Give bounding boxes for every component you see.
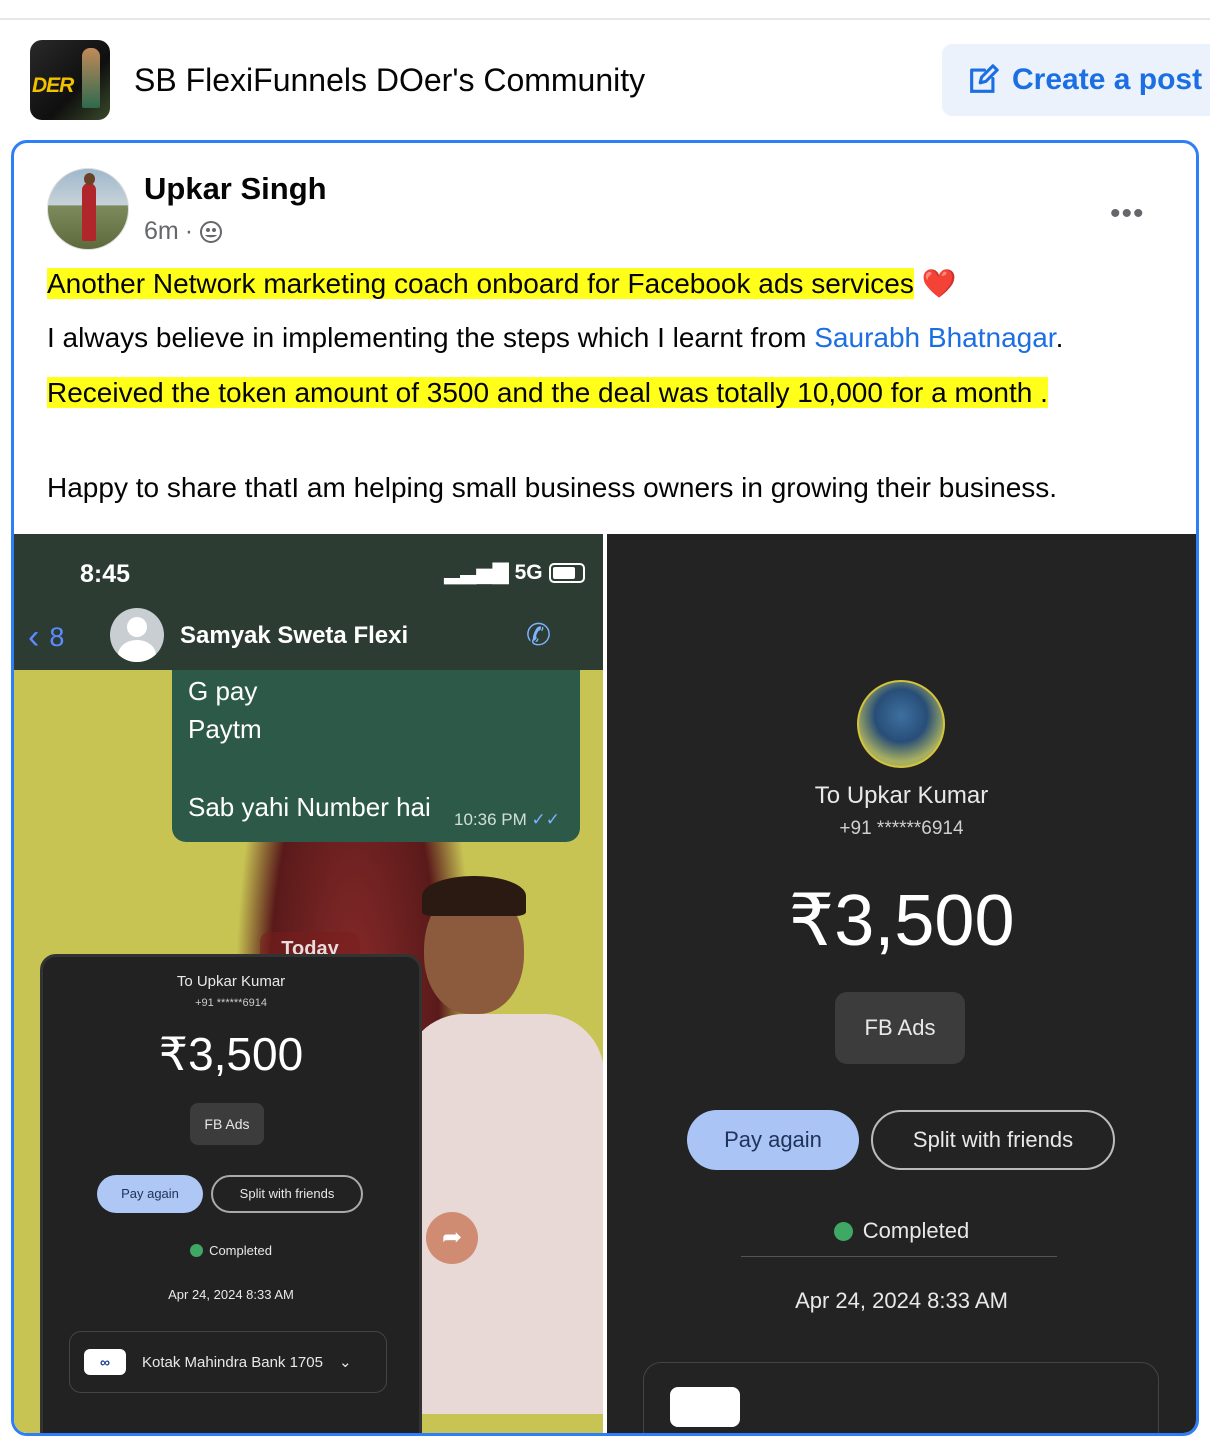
person-shirt bbox=[404, 1014, 603, 1414]
receipt-recipient: To Upkar Kumar bbox=[814, 782, 989, 809]
message-time-text: 10:36 PM bbox=[454, 810, 527, 829]
author-avatar[interactable] bbox=[47, 168, 129, 250]
receipt-note: FB Ads bbox=[190, 1103, 264, 1145]
share-icon[interactable]: ➦ bbox=[426, 1212, 478, 1264]
receipt-amount: ₹3,500 bbox=[788, 881, 1015, 961]
receipt-status-text: Completed bbox=[209, 1243, 272, 1258]
person-hair bbox=[422, 876, 526, 916]
group-logo[interactable]: DER bbox=[30, 40, 110, 120]
post-text-period: . bbox=[1055, 322, 1064, 353]
message-line: Paytm bbox=[188, 714, 262, 744]
contact-avatar[interactable] bbox=[110, 608, 164, 662]
bank-row bbox=[643, 1362, 1159, 1433]
highlighted-text: Another Network marketing coach onboard … bbox=[47, 268, 914, 299]
receipt-phone: +91 ******6914 bbox=[839, 818, 964, 839]
split-button: Split with friends bbox=[871, 1110, 1115, 1170]
author-name[interactable]: Upkar Singh bbox=[144, 171, 327, 207]
bank-row: ∞ Kotak Mahindra Bank 1705 ⌄ bbox=[69, 1331, 387, 1393]
avatar-person-icon bbox=[82, 183, 96, 241]
post-image-left[interactable]: 8:45 ▂▃▅▇ 5G ‹ 8 Samyak Sweta Flexi ✆ G … bbox=[14, 534, 603, 1433]
create-post-label: Create a post bbox=[1012, 63, 1203, 96]
post-text: Happy to share thatI am helping small bu… bbox=[47, 472, 1058, 503]
network-label: 5G bbox=[514, 560, 543, 584]
chevron-down-icon: ⌄ bbox=[338, 1354, 352, 1371]
post-text-line-3: Received the token amount of 3500 and th… bbox=[47, 377, 1048, 409]
post-meta: 6m · bbox=[144, 217, 223, 246]
receipt-note: FB Ads bbox=[835, 992, 965, 1064]
edit-icon bbox=[970, 64, 999, 93]
pay-again-button: Pay again bbox=[687, 1110, 859, 1170]
message-time: 10:36 PM ✓✓ bbox=[454, 810, 560, 830]
globe-icon bbox=[200, 220, 223, 243]
receipt-status: Completed bbox=[607, 1218, 1196, 1244]
post-text: I always believe in implementing the ste… bbox=[47, 322, 815, 353]
meta-separator: · bbox=[184, 217, 194, 245]
receipt-amount: ₹3,500 bbox=[158, 1028, 304, 1080]
post-image-right[interactable]: To Upkar Kumar +91 ******6914 ₹3,500 FB … bbox=[607, 534, 1196, 1433]
post-text-line-2: I always believe in implementing the ste… bbox=[47, 322, 1063, 354]
more-options-button[interactable]: ••• bbox=[1110, 197, 1145, 231]
receipt-recipient: To Upkar Kumar bbox=[176, 973, 286, 990]
pay-again-button: Pay again bbox=[97, 1175, 203, 1213]
message-line: Sab yahi Number hai bbox=[188, 792, 431, 822]
split-button: Split with friends bbox=[211, 1175, 363, 1213]
battery-icon bbox=[548, 562, 585, 583]
post-text-line-1: Another Network marketing coach onboard … bbox=[47, 267, 957, 300]
check-icon bbox=[190, 1244, 204, 1257]
message-line: G pay bbox=[188, 676, 258, 706]
back-button[interactable]: ‹ 8 bbox=[28, 618, 64, 657]
mention-link[interactable]: Saurabh Bhatnagar bbox=[814, 322, 1055, 353]
receipt-status-text: Completed bbox=[862, 1218, 970, 1243]
receipt-date: Apr 24, 2024 8:33 AM bbox=[168, 1287, 294, 1302]
post-card: Upkar Singh 6m · ••• Another Network mar… bbox=[11, 140, 1199, 1436]
avatar-head-icon bbox=[84, 173, 95, 185]
add-call-icon[interactable]: ✆ bbox=[526, 618, 551, 653]
person-photo bbox=[404, 874, 603, 1433]
create-post-button[interactable]: Create a post bbox=[942, 44, 1210, 116]
chevron-left-icon: ‹ bbox=[28, 618, 40, 656]
logo-figure-icon bbox=[82, 48, 100, 108]
group-title[interactable]: SB FlexiFunnels DOer's Community bbox=[134, 62, 645, 99]
bank-logo-icon bbox=[670, 1387, 740, 1427]
group-header: DER SB FlexiFunnels DOer's Community Cre… bbox=[0, 20, 1210, 140]
contact-name[interactable]: Samyak Sweta Flexi bbox=[180, 622, 408, 650]
recipient-avatar bbox=[857, 680, 945, 768]
payment-receipt-image[interactable]: To Upkar Kumar +91 ******6914 ₹3,500 FB … bbox=[40, 954, 422, 1433]
highlighted-text: Received the token amount of 3500 and th… bbox=[47, 377, 1048, 408]
post-time[interactable]: 6m bbox=[144, 217, 179, 246]
receipt-date: Apr 24, 2024 8:33 AM bbox=[795, 1288, 1008, 1313]
double-check-icon: ✓✓ bbox=[531, 810, 561, 829]
status-bar-icons: ▂▃▅▇ 5G bbox=[444, 560, 585, 585]
divider bbox=[741, 1256, 1057, 1257]
bank-name: Kotak Mahindra Bank 1705 bbox=[142, 1353, 323, 1371]
chat-header: 8:45 ▂▃▅▇ 5G ‹ 8 Samyak Sweta Flexi ✆ bbox=[14, 534, 603, 670]
unread-count: 8 bbox=[49, 622, 65, 652]
heart-emoji: ❤️ bbox=[921, 268, 957, 299]
receipt-status: Completed bbox=[43, 1243, 419, 1258]
signal-icon: ▂▃▅▇ bbox=[444, 561, 509, 584]
check-icon bbox=[833, 1222, 853, 1241]
status-time: 8:45 bbox=[80, 560, 131, 588]
group-logo-text: DER bbox=[32, 74, 74, 97]
receipt-phone: +91 ******6914 bbox=[195, 997, 267, 1009]
post-text-line-4: Happy to share thatI am helping small bu… bbox=[47, 472, 1057, 504]
message-bubble[interactable]: G pay Paytm Sab yahi Number hai 10:36 PM… bbox=[172, 670, 580, 842]
bank-logo-icon: ∞ bbox=[84, 1349, 126, 1375]
